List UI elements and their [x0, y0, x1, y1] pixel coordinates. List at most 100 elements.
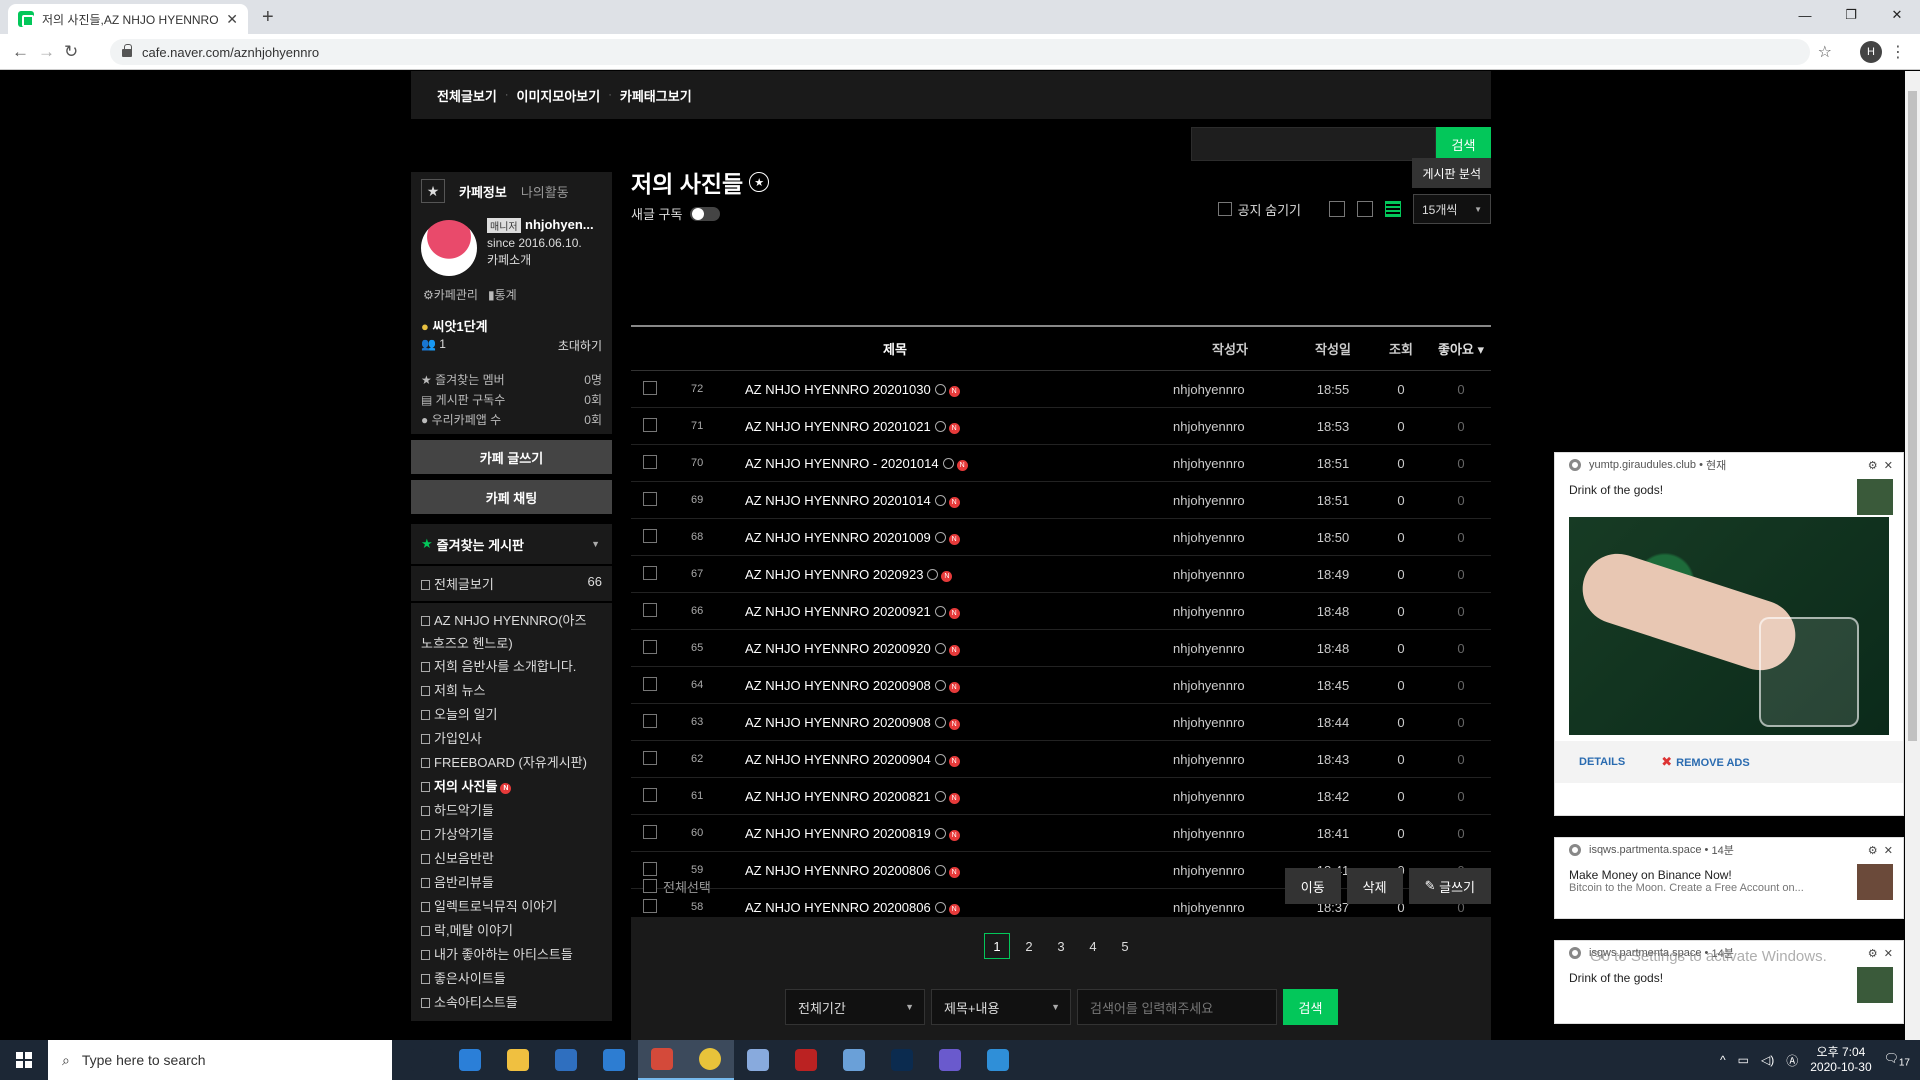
post-title[interactable]: AZ NHJO HYENNRO - 20201014 N: [745, 456, 1165, 471]
table-row[interactable]: 71 AZ NHJO HYENNRO 20201021 Nnhjohyennro 18…: [631, 408, 1491, 445]
board-item[interactable]: 소속아티스트들: [421, 991, 602, 1015]
post-author[interactable]: nhjohyennro: [1165, 715, 1295, 730]
post-author[interactable]: nhjohyennro: [1165, 382, 1295, 397]
store-taskbar-icon[interactable]: [542, 1040, 590, 1080]
post-author[interactable]: nhjohyennro: [1165, 419, 1295, 434]
move-button[interactable]: 이동: [1284, 868, 1341, 904]
profile-avatar[interactable]: H: [1860, 41, 1882, 63]
board-item[interactable]: 오늘의 일기: [421, 703, 602, 727]
table-row[interactable]: 70 AZ NHJO HYENNRO - 20201014 Nnhjohyennro…: [631, 445, 1491, 482]
list-view-icon[interactable]: [1329, 201, 1345, 217]
row-checkbox[interactable]: [643, 454, 657, 469]
settings-gear-icon[interactable]: ⚙: [1868, 460, 1878, 472]
browser-tab[interactable]: 저의 사진들,AZ NHJO HYENNRO ✕: [8, 4, 248, 34]
board-item[interactable]: FREEBOARD (자유게시판): [421, 751, 602, 775]
volume-icon[interactable]: ◁): [1761, 1053, 1774, 1067]
top-search-input[interactable]: [1191, 127, 1436, 161]
close-notification-icon[interactable]: ✕: [1884, 948, 1893, 960]
cafe-manage-link[interactable]: 카페관리: [434, 288, 478, 302]
board-item[interactable]: 락,메탈 이야기: [421, 919, 602, 943]
row-checkbox[interactable]: [643, 676, 657, 691]
post-author[interactable]: nhjohyennro: [1165, 789, 1295, 804]
board-item[interactable]: 일렉트로닉뮤직 이야기: [421, 895, 602, 919]
board-item-current[interactable]: 저의 사진들 N: [421, 775, 602, 799]
task-view-taskbar-icon[interactable]: [398, 1040, 446, 1080]
clock[interactable]: 오후 7:04 2020-10-30: [1810, 1045, 1871, 1075]
post-author[interactable]: nhjohyennro: [1165, 493, 1295, 508]
board-item[interactable]: 신보음반란: [421, 847, 602, 871]
menu-image-view[interactable]: 이미지모아보기: [516, 86, 600, 105]
network-icon[interactable]: ▭: [1738, 1053, 1749, 1067]
board-item[interactable]: 좋은사이트들: [421, 967, 602, 991]
board-item[interactable]: 가입인사: [421, 727, 602, 751]
scrollbar-thumb[interactable]: [1908, 91, 1917, 741]
notice-hide[interactable]: 공지 숨기기: [1217, 200, 1301, 219]
minimize-icon[interactable]: —: [1782, 0, 1828, 30]
favorite-board-icon[interactable]: ★: [749, 172, 770, 192]
post-title[interactable]: AZ NHJO HYENNRO 20200904 N: [745, 752, 1165, 767]
cafe-intro-link[interactable]: 카페소개: [487, 251, 531, 268]
notification-center-icon[interactable]: 🗨17: [1884, 1051, 1910, 1068]
row-checkbox[interactable]: [643, 491, 657, 506]
post-author[interactable]: nhjohyennro: [1165, 530, 1295, 545]
settings-gear-icon[interactable]: ⚙: [1868, 845, 1878, 857]
post-author[interactable]: nhjohyennro: [1165, 456, 1295, 471]
notification-card[interactable]: isqws.partmenta.space • 14분 ⚙ ✕ Make Mon…: [1554, 837, 1904, 919]
top-search-button[interactable]: 검색: [1436, 127, 1491, 161]
post-title[interactable]: AZ NHJO HYENNRO 20200921 N: [745, 604, 1165, 619]
remove-ads-button[interactable]: ✖ REMOVE ADS: [1661, 754, 1749, 770]
post-title[interactable]: AZ NHJO HYENNRO 20201021 N: [745, 419, 1165, 434]
scope-select[interactable]: 제목+내용 ▼: [931, 989, 1071, 1025]
post-title[interactable]: AZ NHJO HYENNRO 20201014 N: [745, 493, 1165, 508]
table-row[interactable]: 72 AZ NHJO HYENNRO 20201030 Nnhjohyennro 18…: [631, 371, 1491, 408]
app-globe-taskbar-icon[interactable]: [830, 1040, 878, 1080]
period-select[interactable]: 전체기간 ▼: [785, 989, 925, 1025]
page-2[interactable]: 2: [1016, 933, 1042, 959]
post-author[interactable]: nhjohyennro: [1165, 641, 1295, 656]
row-checkbox[interactable]: [643, 417, 657, 432]
header-likes[interactable]: 좋아요 ▾: [1431, 339, 1491, 358]
app-red-taskbar-icon[interactable]: [638, 1040, 686, 1080]
menu-all-posts[interactable]: 전체글보기: [437, 86, 497, 105]
tab-cafe-info[interactable]: 카페정보: [459, 182, 507, 201]
notification-card[interactable]: yumtp.giraudules.club • 현재 ⚙ ✕ Drink of …: [1554, 452, 1904, 816]
settings-gear-icon[interactable]: ⚙: [1868, 948, 1878, 960]
post-title[interactable]: AZ NHJO HYENNRO 20201030 N: [745, 382, 1165, 397]
table-row[interactable]: 63 AZ NHJO HYENNRO 20200908 Nnhjohyennro 18…: [631, 704, 1491, 741]
write-button[interactable]: ✎ 글쓰기: [1408, 868, 1491, 904]
select-all-checkbox[interactable]: [643, 879, 657, 893]
menu-dots-icon[interactable]: ⋮: [1890, 42, 1906, 62]
reload-icon[interactable]: ↻: [64, 42, 78, 62]
table-row[interactable]: 65 AZ NHJO HYENNRO 20200920 Nnhjohyennro 18…: [631, 630, 1491, 667]
bottom-search-input[interactable]: 검색어를 입력해주세요: [1077, 989, 1277, 1025]
select-all[interactable]: 전체선택: [631, 877, 711, 896]
notice-hide-checkbox[interactable]: [1217, 202, 1232, 216]
table-row[interactable]: 69 AZ NHJO HYENNRO 20201014 Nnhjohyennro 18…: [631, 482, 1491, 519]
per-page-select[interactable]: 15개씩 ▼: [1413, 194, 1491, 224]
table-row[interactable]: 62 AZ NHJO HYENNRO 20200904 Nnhjohyennro 18…: [631, 741, 1491, 778]
favorite-star-icon[interactable]: ★: [421, 179, 445, 203]
tab-my-activity[interactable]: 나의활동: [521, 182, 569, 201]
card-view-icon[interactable]: [1385, 201, 1401, 217]
table-row[interactable]: 68 AZ NHJO HYENNRO 20201009 Nnhjohyennro 18…: [631, 519, 1491, 556]
bottom-search-button[interactable]: 검색: [1283, 989, 1338, 1025]
page-5[interactable]: 5: [1112, 933, 1138, 959]
close-window-icon[interactable]: ✕: [1874, 0, 1920, 30]
row-checkbox[interactable]: [643, 787, 657, 802]
bookmark-star-icon[interactable]: ☆: [1818, 42, 1832, 62]
filezilla-taskbar-icon[interactable]: [782, 1040, 830, 1080]
table-row[interactable]: 64 AZ NHJO HYENNRO 20200908 Nnhjohyennro 18…: [631, 667, 1491, 704]
post-title[interactable]: AZ NHJO HYENNRO 20200920 N: [745, 641, 1165, 656]
board-item[interactable]: 음반리뷰들: [421, 871, 602, 895]
mail-taskbar-icon[interactable]: [590, 1040, 638, 1080]
maximize-icon[interactable]: ❐: [1828, 0, 1874, 30]
favorite-boards-header[interactable]: ★ 즐겨찾는 게시판 ▼: [411, 524, 612, 564]
url-field[interactable]: cafe.naver.com/aznhjohyennro: [110, 39, 1810, 65]
new-tab-icon[interactable]: +: [262, 6, 274, 29]
grid-view-icon[interactable]: [1357, 201, 1373, 217]
row-checkbox[interactable]: [643, 824, 657, 839]
table-row[interactable]: 67 AZ NHJO HYENNRO 2020923 Nnhjohyennro 18:…: [631, 556, 1491, 593]
page-scrollbar[interactable]: [1905, 71, 1920, 1040]
row-checkbox[interactable]: [643, 750, 657, 765]
board-item[interactable]: 가상악기들: [421, 823, 602, 847]
